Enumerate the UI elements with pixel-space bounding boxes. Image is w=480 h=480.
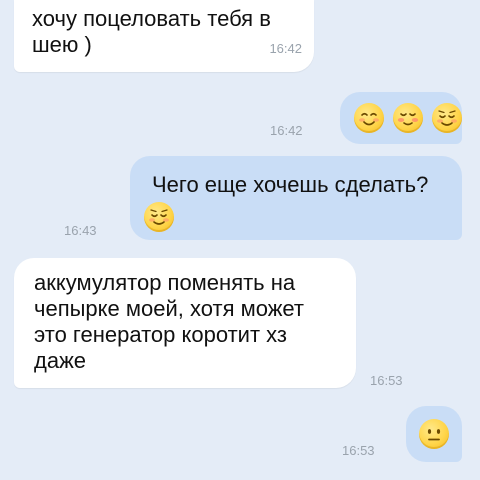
message-time: 16:53 bbox=[342, 443, 375, 458]
incoming-message-bubble[interactable]: хочу поцеловать тебя в шею ) 16:42 bbox=[14, 0, 314, 72]
incoming-message-bubble[interactable]: аккумулятор поменять на чепырке моей, хо… bbox=[14, 258, 403, 388]
relieved-face-icon bbox=[432, 103, 463, 133]
message-time: 16:42 bbox=[270, 123, 303, 138]
relieved-face-icon bbox=[144, 202, 174, 232]
smiling-face-icon bbox=[354, 103, 384, 133]
message-text: Чего еще хочешь сделать? bbox=[152, 172, 429, 197]
blushing-face-icon bbox=[393, 103, 424, 133]
outgoing-message-bubble[interactable]: 16:53 bbox=[342, 406, 462, 462]
message-time: 16:42 bbox=[269, 41, 302, 56]
message-time: 16:53 bbox=[370, 373, 403, 388]
message-text: аккумулятор поменять на чепырке моей, хо… bbox=[34, 270, 305, 373]
message-text: хочу поцеловать тебя в шею ) bbox=[32, 6, 271, 57]
message-time: 16:43 bbox=[64, 223, 97, 238]
outgoing-message-bubble[interactable]: Чего еще хочешь сделать? 16:43 bbox=[64, 156, 462, 240]
chat-thread: хочу поцеловать тебя в шею ) 16:42 16:42 bbox=[0, 0, 480, 480]
neutral-face-icon bbox=[419, 419, 449, 449]
outgoing-message-bubble[interactable]: 16:42 bbox=[270, 92, 463, 144]
